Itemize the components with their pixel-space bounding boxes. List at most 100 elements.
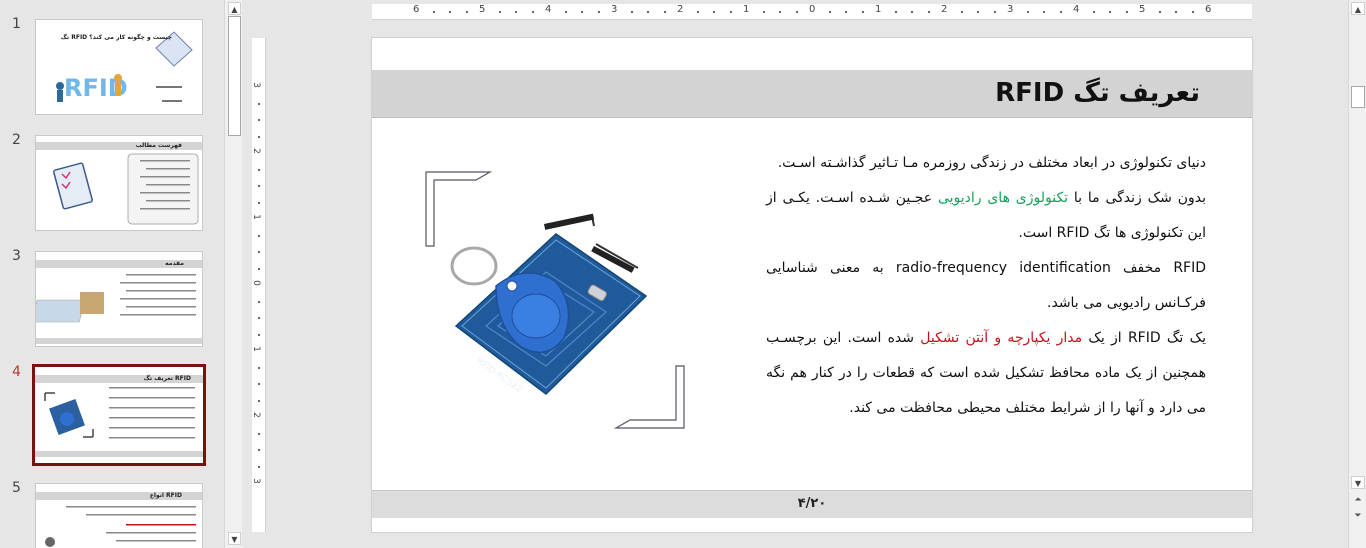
thumb-title: تگ RFID چیست و چگونه کار می کند؟: [60, 34, 172, 41]
thumb-number: 2: [12, 132, 21, 148]
ruler-tick-label: 3: [1007, 4, 1014, 15]
ruler-dot: [795, 11, 798, 13]
body-paragraph-4: یک تگ RFID از یک مدار یکپارچه و آنتن تشک…: [766, 321, 1206, 426]
editor-scroll-handle[interactable]: [1351, 86, 1365, 108]
triangle-up-icon[interactable]: ▲: [228, 2, 241, 15]
ruler-dot: [258, 201, 260, 204]
ruler-dot: [258, 383, 260, 385]
ruler-dot: [1125, 11, 1128, 13]
slide-thumbnail-pane: 1 تگ RFID چیست و چگونه کار می کند؟ RFID …: [0, 0, 224, 548]
ruler-tick-label: 2: [677, 4, 684, 15]
ruler-tick-label: 1: [250, 214, 261, 220]
vertical-ruler: 3 2 1 0 1 2 3: [250, 38, 266, 532]
ruler-dot: [258, 168, 260, 171]
thumb-number: 4: [12, 364, 21, 380]
triangle-up-icon[interactable]: ▲: [1351, 2, 1365, 15]
ruler-tick-label: 0: [809, 4, 816, 15]
ruler-dot: [828, 11, 831, 13]
ruler-dot: [1158, 11, 1161, 13]
ruler-dot: [258, 317, 260, 319]
double-up-icon[interactable]: ⏶: [1351, 494, 1365, 507]
ruler-dot: [258, 449, 260, 451]
ruler-dot: [258, 102, 260, 105]
slide-thumbnail-4[interactable]: تعریف تگ RFID: [32, 364, 206, 466]
ruler-dot: [564, 11, 567, 13]
body-paragraph-3: RFID مخفف radio-frequency identification…: [766, 260, 1207, 311]
ruler-tick-label: 1: [250, 346, 261, 352]
ruler-dot: [449, 11, 451, 13]
slide-thumbnail-1[interactable]: تگ RFID چیست و چگونه کار می کند؟ RFID: [35, 19, 203, 115]
slide-thumbnail-2[interactable]: فهرست مطالب: [35, 135, 203, 231]
ruler-tick-label: 4: [1073, 4, 1080, 15]
ruler-tick-label: 3: [250, 82, 261, 88]
rfid-module-image[interactable]: RFID-RC522: [416, 166, 686, 432]
ruler-dot: [531, 11, 534, 13]
ruler-dot: [845, 11, 847, 13]
ruler-dot: [663, 11, 666, 13]
ruler-dot: [1059, 11, 1062, 13]
slide-thumbnail-5[interactable]: انواع RFID: [35, 483, 203, 548]
ruler-dot: [258, 251, 260, 253]
page-number: ۴/۲۰: [797, 496, 827, 511]
ruler-dot: [515, 11, 517, 13]
rfid-module-graphic: RFID-RC522: [425, 171, 685, 429]
ruler-tick-label: 5: [479, 4, 486, 15]
ruler-dot: [894, 11, 897, 13]
ruler-dot: [258, 119, 260, 121]
ruler-dot: [258, 267, 260, 270]
ruler-dot: [465, 11, 468, 13]
ruler-tick-label: 2: [941, 4, 948, 15]
ruler-dot: [258, 399, 260, 402]
ruler-dot: [1191, 11, 1194, 13]
ruler-dot: [1026, 11, 1029, 13]
thumb-2-graphic: [53, 153, 199, 225]
ruler-dot: [1092, 11, 1095, 13]
thumb-5-graphic: [45, 506, 196, 547]
slide-title[interactable]: تعریف تگ RFID: [995, 78, 1200, 108]
ruler-dot: [647, 11, 649, 13]
body-text-segment: یک تگ RFID از یک: [1082, 330, 1206, 346]
slide-body-text[interactable]: دنیای تکنولوژی در ابعاد مختلف در زندگی ر…: [766, 146, 1206, 426]
triangle-down-icon[interactable]: ▼: [228, 532, 241, 545]
body-paragraph-1: دنیای تکنولوژی در ابعاد مختلف در زندگی ر…: [777, 155, 1206, 171]
ruler-dot: [861, 11, 864, 13]
title-bar: تعریف تگ RFID: [372, 70, 1252, 118]
ruler-tick-label: 6: [413, 4, 420, 15]
ruler-tick-label: 4: [545, 4, 552, 15]
ruler-dot: [762, 11, 765, 13]
ruler-dot: [432, 11, 435, 13]
triangle-down-icon[interactable]: ▼: [1351, 476, 1365, 489]
editor-scrollbar[interactable]: ▲ ▼ ⏶ ⏷: [1348, 0, 1366, 548]
thumbnail-scroll-handle[interactable]: [228, 16, 241, 136]
thumb-4-graphic: [35, 387, 203, 457]
ruler-dot: [581, 11, 583, 13]
ruler-dot: [713, 11, 715, 13]
thumbnail-scrollbar[interactable]: ▲ ▼: [224, 0, 242, 548]
ruler-dot: [993, 11, 996, 13]
ruler-dot: [498, 11, 501, 13]
ruler-dot: [779, 11, 781, 13]
ruler-tick-label: 1: [875, 4, 882, 15]
slide-canvas[interactable]: تعریف تگ RFID RFID-RC522 دنیای تکنولوژی …: [371, 37, 1253, 533]
ruler-tick-label: 1: [743, 4, 750, 15]
ruler-dot: [696, 11, 699, 13]
ruler-dot: [258, 333, 260, 336]
slide-thumbnail-3[interactable]: مقدمه: [35, 251, 203, 347]
ruler-dot: [1109, 11, 1111, 13]
ruler-dot: [258, 135, 260, 138]
ruler-dot: [258, 465, 260, 468]
ruler-dot: [630, 11, 633, 13]
ruler-dot: [258, 432, 260, 435]
ruler-tick-label: 0: [250, 280, 261, 286]
ruler-dot: [258, 185, 260, 187]
body-paragraph-2: بدون شک زندگی ما با تکنولوژی های رادیویی…: [766, 181, 1206, 251]
thumb-number: 1: [12, 16, 21, 32]
ruler-tick-label: 2: [250, 412, 261, 418]
ruler-dot: [258, 300, 260, 303]
thumb-number: 3: [12, 248, 21, 264]
double-down-icon[interactable]: ⏷: [1351, 510, 1365, 523]
horizontal-ruler: 6 5 4 3 2 1 0 1 2 3 4 5 6: [372, 4, 1252, 20]
footer-bar: ۴/۲۰: [372, 490, 1252, 518]
ruler-dot: [911, 11, 913, 13]
ruler-dot: [960, 11, 963, 13]
